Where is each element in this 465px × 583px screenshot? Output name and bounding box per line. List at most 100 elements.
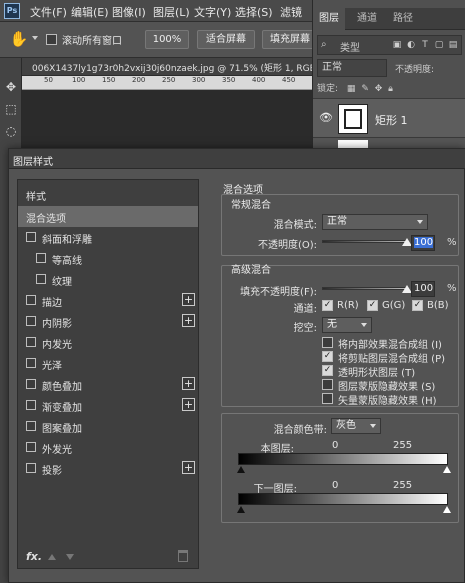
smart-object-filter-icon[interactable]: ▤	[448, 39, 458, 51]
this-layer-black-stop[interactable]	[237, 466, 245, 473]
ruler-tick: 400	[252, 76, 266, 84]
menu-file[interactable]: 文件(F)	[30, 4, 67, 20]
zoom-100-button[interactable]: 100%	[145, 30, 189, 49]
fill-opacity-input[interactable]: 100	[411, 281, 435, 297]
layer-blend-mode-select[interactable]: 正常	[317, 59, 387, 77]
blend-mode-select[interactable]: 正常	[322, 214, 428, 230]
add-style-plus-icon[interactable]: +	[182, 398, 195, 411]
lock-all-icon[interactable]: 🔒︎	[388, 84, 393, 94]
tab-layers[interactable]: 图层	[313, 8, 345, 30]
style-checkbox[interactable]	[26, 400, 36, 410]
blend-if-label: 混合颜色带:	[273, 425, 327, 436]
scroll-all-windows-checkbox[interactable]	[46, 34, 57, 45]
fx-icon[interactable]: fx.	[26, 550, 42, 563]
layer-kind-filter[interactable]: ⌕ 类型 ▣ ◐ T ▢ ▤	[317, 35, 462, 55]
blend-if-select[interactable]: 灰色	[331, 418, 381, 434]
hand-icon[interactable]: ✋	[8, 29, 30, 49]
opacity-slider[interactable]	[322, 240, 407, 243]
blend-if-value: 灰色	[336, 420, 356, 431]
layer-name[interactable]: 矩形 1	[375, 112, 408, 128]
advanced-option-checkbox[interactable]: ✓	[322, 365, 333, 376]
tab-paths[interactable]: 路径	[387, 8, 419, 30]
this-layer-min: 0	[332, 440, 339, 451]
menu-edit[interactable]: 编辑(E)	[71, 4, 109, 20]
style-checkbox[interactable]	[26, 442, 36, 452]
lock-position-icon[interactable]: ✥	[375, 84, 383, 94]
menu-type[interactable]: 文字(Y)	[194, 4, 231, 20]
fit-screen-button[interactable]: 适合屏幕	[197, 30, 255, 49]
styles-header[interactable]: 样式	[26, 188, 46, 203]
chevron-down-icon[interactable]	[32, 36, 38, 40]
style-item[interactable]: 内阴影 +	[18, 311, 198, 332]
channel-b-checkbox[interactable]: ✓	[412, 300, 423, 311]
advanced-option-checkbox[interactable]	[322, 337, 333, 348]
blend-mode-value: 正常	[327, 216, 347, 227]
advanced-option-checkbox[interactable]: ✓	[322, 351, 333, 362]
channel-r-checkbox[interactable]: ✓	[322, 300, 333, 311]
blend-mode-label: 混合模式:	[273, 220, 317, 231]
knockout-value: 无	[327, 319, 337, 330]
style-checkbox[interactable]	[26, 379, 36, 389]
style-item[interactable]: 内发光	[18, 332, 198, 353]
menu-layer[interactable]: 图层(L)	[153, 4, 190, 20]
lock-brush-icon[interactable]: ✎	[361, 84, 369, 94]
style-item-label: 内发光	[42, 340, 72, 351]
add-style-plus-icon[interactable]: +	[182, 314, 195, 327]
style-checkbox[interactable]	[36, 274, 46, 284]
style-checkbox[interactable]	[26, 316, 36, 326]
add-style-plus-icon[interactable]: +	[182, 461, 195, 474]
ruler-tick: 450	[282, 76, 296, 84]
fill-screen-button[interactable]: 填充屏幕	[262, 30, 318, 49]
style-item[interactable]: 光泽	[18, 353, 198, 374]
style-checkbox[interactable]	[26, 358, 36, 368]
layer-item[interactable]: 👁︎ 矩形 1	[313, 98, 465, 138]
advanced-option-checkbox[interactable]	[322, 393, 333, 404]
add-style-plus-icon[interactable]: +	[182, 293, 195, 306]
tab-channels[interactable]: 通道	[351, 8, 383, 30]
style-item[interactable]: 颜色叠加 +	[18, 374, 198, 395]
style-item[interactable]: 混合选项	[18, 206, 198, 227]
style-checkbox[interactable]	[26, 421, 36, 431]
style-item[interactable]: 描边 +	[18, 290, 198, 311]
style-item[interactable]: 外发光	[18, 437, 198, 458]
style-item[interactable]: 渐变叠加 +	[18, 395, 198, 416]
this-layer-white-stop[interactable]	[443, 466, 451, 473]
shape-filter-icon[interactable]: ▢	[434, 39, 444, 51]
visibility-eye-icon[interactable]: 👁︎	[319, 111, 333, 125]
type-filter-icon[interactable]: T	[420, 39, 430, 51]
menu-filter[interactable]: 滤镜	[280, 4, 302, 20]
style-checkbox[interactable]	[36, 253, 46, 263]
menu-image[interactable]: 图像(I)	[112, 4, 146, 20]
style-item[interactable]: 图案叠加	[18, 416, 198, 437]
knockout-select[interactable]: 无	[322, 317, 372, 333]
style-item[interactable]: 纹理	[18, 269, 198, 290]
lock-label: 锁定:	[317, 84, 339, 94]
style-checkbox[interactable]	[26, 232, 36, 242]
adjustment-filter-icon[interactable]: ◐	[406, 39, 416, 51]
chevron-down-icon	[361, 323, 367, 327]
advanced-option-label: 将内部效果混合成组 (I)	[338, 340, 442, 351]
opacity-percent: %	[447, 237, 457, 248]
opacity-input[interactable]: 100	[411, 235, 435, 251]
advanced-option-checkbox[interactable]	[322, 379, 333, 390]
style-item[interactable]: 等高线	[18, 248, 198, 269]
underlying-layer-black-stop[interactable]	[237, 506, 245, 513]
move-tool-icon[interactable]: ✥	[2, 78, 20, 96]
style-item[interactable]: 投影 +	[18, 458, 198, 479]
fill-opacity-slider[interactable]	[322, 287, 407, 290]
lock-transparent-icon[interactable]: ▦	[347, 84, 356, 94]
marquee-tool-icon[interactable]: ⬚	[2, 100, 20, 118]
lasso-tool-icon[interactable]: ◌	[2, 122, 20, 140]
lock-row: 锁定: ▦ ✎ ✥ 🔒︎	[317, 81, 462, 95]
style-checkbox[interactable]	[26, 295, 36, 305]
style-checkbox[interactable]	[26, 337, 36, 347]
add-style-plus-icon[interactable]: +	[182, 377, 195, 390]
style-checkbox[interactable]	[26, 463, 36, 473]
underlying-layer-white-stop[interactable]	[443, 506, 451, 513]
dialog-title-bar[interactable]: 图层样式	[9, 149, 465, 169]
channel-g-checkbox[interactable]: ✓	[367, 300, 378, 311]
document-tab[interactable]: 006X1437ly1g73r0h2vxij30j60nzaek.jpg @ 7…	[22, 58, 312, 76]
pixel-filter-icon[interactable]: ▣	[392, 39, 402, 51]
style-item[interactable]: 斜面和浮雕	[18, 227, 198, 248]
menu-select[interactable]: 选择(S)	[235, 4, 273, 20]
